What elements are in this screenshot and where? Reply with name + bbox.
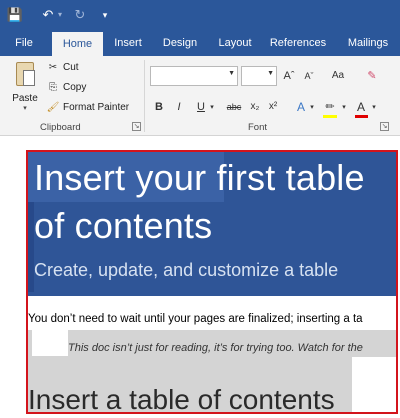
document-canvas[interactable]: Insert your first table of contents Crea… xyxy=(0,137,400,418)
ribbon-home: Paste ▾ ✂ Cut ⎘ Copy 🖌 Format Painter Clipb… xyxy=(0,56,400,136)
clipboard-group-label: Clipboard xyxy=(40,122,81,133)
quick-access-toolbar: 💾 ↶ ▾ ↻ ▾ xyxy=(0,0,400,30)
customize-qat-icon[interactable]: ▾ xyxy=(100,6,110,24)
text-effects-button[interactable]: A xyxy=(294,98,308,116)
bold-button[interactable]: B xyxy=(152,98,166,116)
tab-layout[interactable]: Layout xyxy=(210,30,260,56)
italic-button[interactable]: I xyxy=(172,98,186,116)
format-painter-button[interactable]: 🖌 Format Painter xyxy=(46,100,130,116)
strikethrough-button[interactable]: abc xyxy=(224,98,244,116)
font-color-swatch xyxy=(355,115,368,118)
document-subtitle[interactable]: Create, update, and customize a table xyxy=(34,258,396,282)
group-divider xyxy=(144,60,145,132)
superscript-button[interactable]: x² xyxy=(266,98,280,116)
tab-design[interactable]: Design xyxy=(154,30,206,56)
grow-font-button[interactable]: Aˆ xyxy=(282,67,296,85)
undo-icon[interactable]: ↶ xyxy=(40,6,56,24)
highlight-dropdown-icon[interactable]: ▾ xyxy=(340,99,348,117)
paste-dropdown-icon[interactable]: ▾ xyxy=(8,104,42,112)
underline-dropdown-icon[interactable]: ▾ xyxy=(208,99,216,117)
text-effects-dropdown-icon[interactable]: ▾ xyxy=(308,99,316,117)
redo-icon[interactable]: ↻ xyxy=(72,6,88,24)
title-banner: Insert your first table of contents Crea… xyxy=(28,152,396,296)
selection-highlight: Insert your first table of contents Crea… xyxy=(26,150,398,414)
ribbon-tabs: File Home Insert Design Layout Reference… xyxy=(0,30,400,56)
cut-button[interactable]: ✂ Cut xyxy=(46,60,79,76)
paste-icon xyxy=(13,60,37,88)
section-heading[interactable]: Insert a table of contents xyxy=(28,382,396,412)
copy-icon: ⎘ xyxy=(49,82,57,93)
font-color-dropdown-icon[interactable]: ▾ xyxy=(370,99,378,117)
tab-insert[interactable]: Insert xyxy=(106,30,150,56)
subscript-button[interactable]: x₂ xyxy=(248,98,262,116)
font-launcher-icon[interactable]: ↘ xyxy=(380,122,389,131)
paintbrush-icon: 🖌 xyxy=(46,102,60,113)
format-painter-label: Format Painter xyxy=(63,102,130,113)
copy-label: Copy xyxy=(63,82,87,93)
chevron-down-icon: ▼ xyxy=(267,70,274,77)
tab-file[interactable]: File xyxy=(0,30,48,56)
scissors-icon: ✂ xyxy=(48,62,58,73)
copy-button[interactable]: ⎘ Copy xyxy=(46,80,86,96)
font-group-label: Font xyxy=(248,122,268,133)
underline-button[interactable]: U xyxy=(194,98,208,116)
tab-home[interactable]: Home xyxy=(52,32,103,56)
tab-mailings[interactable]: Mailings xyxy=(338,30,398,56)
font-size-select[interactable]: ▼ xyxy=(241,66,277,86)
paste-button[interactable]: Paste ▾ xyxy=(8,60,42,120)
save-icon[interactable]: 💾 xyxy=(6,6,24,24)
chevron-down-icon: ▼ xyxy=(228,70,235,77)
white-block xyxy=(32,330,68,356)
highlight-color-swatch xyxy=(323,115,337,118)
shrink-font-button[interactable]: Aˇ xyxy=(302,67,316,85)
font-color-button[interactable]: A xyxy=(354,98,368,116)
font-name-select[interactable]: ▼ xyxy=(150,66,238,86)
cut-label: Cut xyxy=(63,62,79,73)
document-title[interactable]: Insert your first table of contents xyxy=(34,154,396,250)
undo-dropdown-icon[interactable]: ▾ xyxy=(56,6,64,24)
clear-formatting-icon[interactable]: ✎ xyxy=(364,67,380,85)
change-case-button[interactable]: Aa xyxy=(326,67,350,85)
paste-label: Paste xyxy=(12,93,38,104)
tab-references[interactable]: References xyxy=(264,30,332,56)
highlighter-icon[interactable]: ✏ xyxy=(322,98,338,116)
clipboard-launcher-icon[interactable]: ↘ xyxy=(132,122,141,131)
italic-note[interactable]: This doc isn’t just for reading, it’s fo… xyxy=(68,341,396,355)
body-paragraph[interactable]: You don’t need to wait until your pages … xyxy=(28,312,396,326)
